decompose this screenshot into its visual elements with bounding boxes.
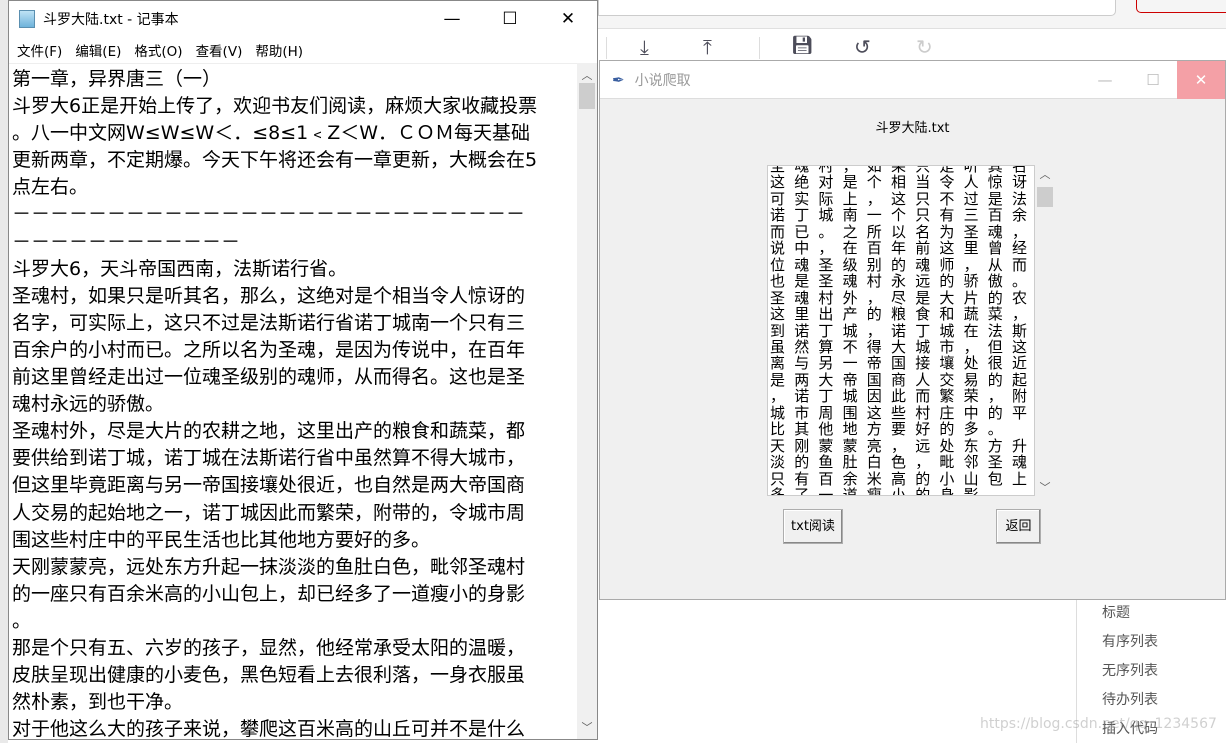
notepad-text-area[interactable]: 第一章，异界唐三（一） 斗罗大6正是开始上传了，欢迎书友们阅读，麻烦大家收藏投票。… [9,63,577,739]
watermark: https://blog.csdn.net/qq_1234567 [980,716,1217,732]
menu-help[interactable]: 帮助(H) [255,40,303,60]
text-line: －－－－－－－－－－－－－－－－－－－－－－－－－－－ [12,203,526,226]
scroll-down-icon[interactable]: ﹀ [1035,479,1055,495]
text-line: 。八一中文网W≤W≤W＜．≤8≤1﹤Z＜W．ＣＯＭ每天基础 [12,122,531,145]
txt-read-button[interactable]: txt阅读 [783,509,843,544]
text-line: 淡的鱼肚白色，毗邻圣魂村的一座 [770,453,1035,472]
maximize-button[interactable]: ☐ [481,1,539,37]
undo-icon[interactable]: ↺ [854,35,871,59]
text-line: 圣魂村外，尽是大片的农耕之地，这里出产的粮食和蔬菜，都 [12,420,526,443]
menu-view[interactable]: 查看(V) [196,40,243,60]
scrollbar-thumb[interactable] [1037,187,1053,207]
close-button[interactable]: ✕ [1177,61,1225,99]
text-line: 天刚蒙蒙亮，远处东方升起一抹淡淡的鱼肚白色，毗邻圣魂村 [12,555,526,578]
text-line: 斗罗大6正是开始上传了，欢迎书友们阅读，麻烦大家收藏投票 [12,95,538,118]
text-line: 比其他地方要好的多。 [770,420,1013,439]
text-line: 到诺丁城，诺丁城在法斯诺行省中 [770,321,1035,340]
text-line: 城市周围这些村庄中的平民生活也 [770,403,1035,422]
text-line: 围这些村庄中的平民生活也比其他地方要好的多。 [12,528,431,551]
text-line: 位魂圣级别的魂师，从而得名。这 [770,255,1035,274]
text-line: 斗罗大6，天斗帝国西南，法斯诺行省。 [12,257,348,280]
text-line: －－－－－－－－－－－－ [12,230,241,253]
text-line: 然朴素，到也干净。 [12,691,184,714]
text-line: 圣魂村，如果只是听其名，那么，这绝对是个相当令人惊讶的 [12,284,526,307]
text-line: 人交易的起始地之一，诺丁城因此而繁荣，附带的，令城市周 [12,501,526,524]
notepad-menubar: 文件(F) 编辑(E) 格式(O) 查看(V) 帮助(H) [9,37,597,63]
text-line: 只有百余米高的小山包上，却已经 [770,469,1035,488]
text-line: 第一章，异界唐三（一） [12,68,222,90]
toolbar-divider [606,37,607,59]
text-line: 这绝对是个相当令人惊讶的名字， [770,173,1035,192]
text-line: 天刚蒙蒙亮，远处东方升起一抹淡 [770,436,1035,455]
toolbar-divider [759,37,760,59]
text-line: 诺丁城南一个只有三百余户的小村 [770,206,1035,225]
menu-file[interactable]: 文件(F) [17,40,62,60]
text-scrollbar[interactable]: ︿ ﹀ [1035,165,1054,496]
text-line: 皮肤呈现出健康的小麦色，黑色短看上去很利落，一身衣服虽 [12,664,526,687]
maximize-button[interactable]: ☐ [1129,61,1177,99]
menu-format[interactable]: 格式(O) [134,40,182,60]
text-line: 点左右。 [12,176,89,199]
text-line: 更新两章，不定期爆。今天下午将还会有一章更新，大概会在5 [12,149,538,172]
redo-icon[interactable]: ↻ [916,35,933,59]
notepad-icon [19,10,35,28]
text-line: 是两大帝国商人交易的起始地之一 [770,370,1035,389]
menu-item-ordered-list[interactable]: 有序列表 [1102,631,1158,651]
text-line: 而已。之所以名为圣魂，是因为传 [770,222,1035,241]
scroll-up-icon[interactable]: ︿ [577,67,597,83]
text-line: 说中，在百年前这里曾经走出过一 [770,239,1035,258]
background-title-input[interactable] [598,0,1116,16]
menu-item-heading[interactable]: 标题 [1102,602,1130,622]
novel-text-box[interactable]: 圣魂村，如果只是听其名，那么，这绝对是个相当令人惊讶的名字，可实际上，这只不过是… [767,165,1035,496]
close-button[interactable]: ✕ [539,1,597,37]
text-line: 但这里毕竟距离与另一帝国接壤处很近，也自然是两大帝国商 [12,474,526,497]
minimize-button[interactable]: — [1081,61,1129,99]
background-left-strip [0,0,8,743]
text-line: 名字，可实际上，这只不过是法斯诺行省诺丁城南一个只有三 [12,311,526,334]
save-icon[interactable]: 💾︎ [791,35,814,56]
text-line: 前这里曾经走出过一位魂圣级别的魂师，从而得名。这也是圣 [12,366,526,389]
download-icon[interactable]: ⤓ [640,35,649,59]
text-line: 多了一道瘦小的身影 [770,486,988,496]
scroll-down-icon[interactable]: ﹀ [577,719,597,735]
notepad-title: 斗罗大陆.txt - 记事本 [43,12,179,28]
back-button[interactable]: 返回 [996,509,1041,544]
editor-toolbar: ⤓ ⤒ 💾︎ ↺ ↻ [598,28,1226,61]
text-line: 魂村永远的骄傲。 [12,393,165,416]
text-line: 。 [12,609,32,632]
scrollbar-thumb[interactable] [579,83,595,109]
minimize-button[interactable]: — [423,1,481,37]
text-line: 要供给到诺丁城，诺丁城在法斯诺行省中虽然算不得大城市， [12,447,526,470]
scroll-up-icon[interactable]: ︿ [1035,166,1055,182]
upload-icon[interactable]: ⤒ [703,35,712,59]
feather-icon: ✒ [612,70,625,89]
notepad-scrollbar[interactable]: ︿ ﹀ [577,63,597,739]
tk-title: 小说爬取 [634,72,691,89]
text-line: 对于他这么大的孩子来说，攀爬这百米高的山丘可并不是什么 [12,718,526,739]
text-line: 虽然算不得大城市，但这里毕竟距 [770,337,1035,356]
background-publish-button[interactable] [1136,0,1226,13]
text-line: 离与另一帝国接壤处很近，也自然 [770,354,1035,373]
text-line: 的一座只有百余米高的小山包上，却已经多了一道瘦小的身影 [12,582,526,605]
text-line: 圣魂村外，尽是大片的农耕之地， [770,288,1035,307]
novel-crawler-window: ✒ 小说爬取 — ☐ ✕ 斗罗大陆.txt 圣魂村，如果只是听其名，那么，这绝对… [599,60,1226,600]
notepad-window: 斗罗大陆.txt - 记事本 — ☐ ✕ 文件(F) 编辑(E) 格式(O) 查… [8,0,598,740]
text-line: 百余户的小村而已。之所以名为圣魂，是因为传说中，在百年 [12,338,526,361]
menu-item-todo-list[interactable]: 待办列表 [1102,689,1158,709]
text-line: 那是个只有五、六岁的孩子，显然，他经常承受太阳的温暖， [12,636,526,659]
text-line: ，诺丁城因此而繁荣，附带的，令 [770,387,1035,406]
text-line: 也是圣魂村永远的骄傲。 [770,272,1035,291]
menu-edit[interactable]: 编辑(E) [75,40,121,60]
file-name-label: 斗罗大陆.txt [875,121,950,136]
menu-item-unordered-list[interactable]: 无序列表 [1102,660,1158,680]
text-line: 这里出产的粮食和蔬菜，都要供给 [770,305,1035,324]
text-line: 可实际上，这只不过是法斯诺行省 [770,189,1035,208]
